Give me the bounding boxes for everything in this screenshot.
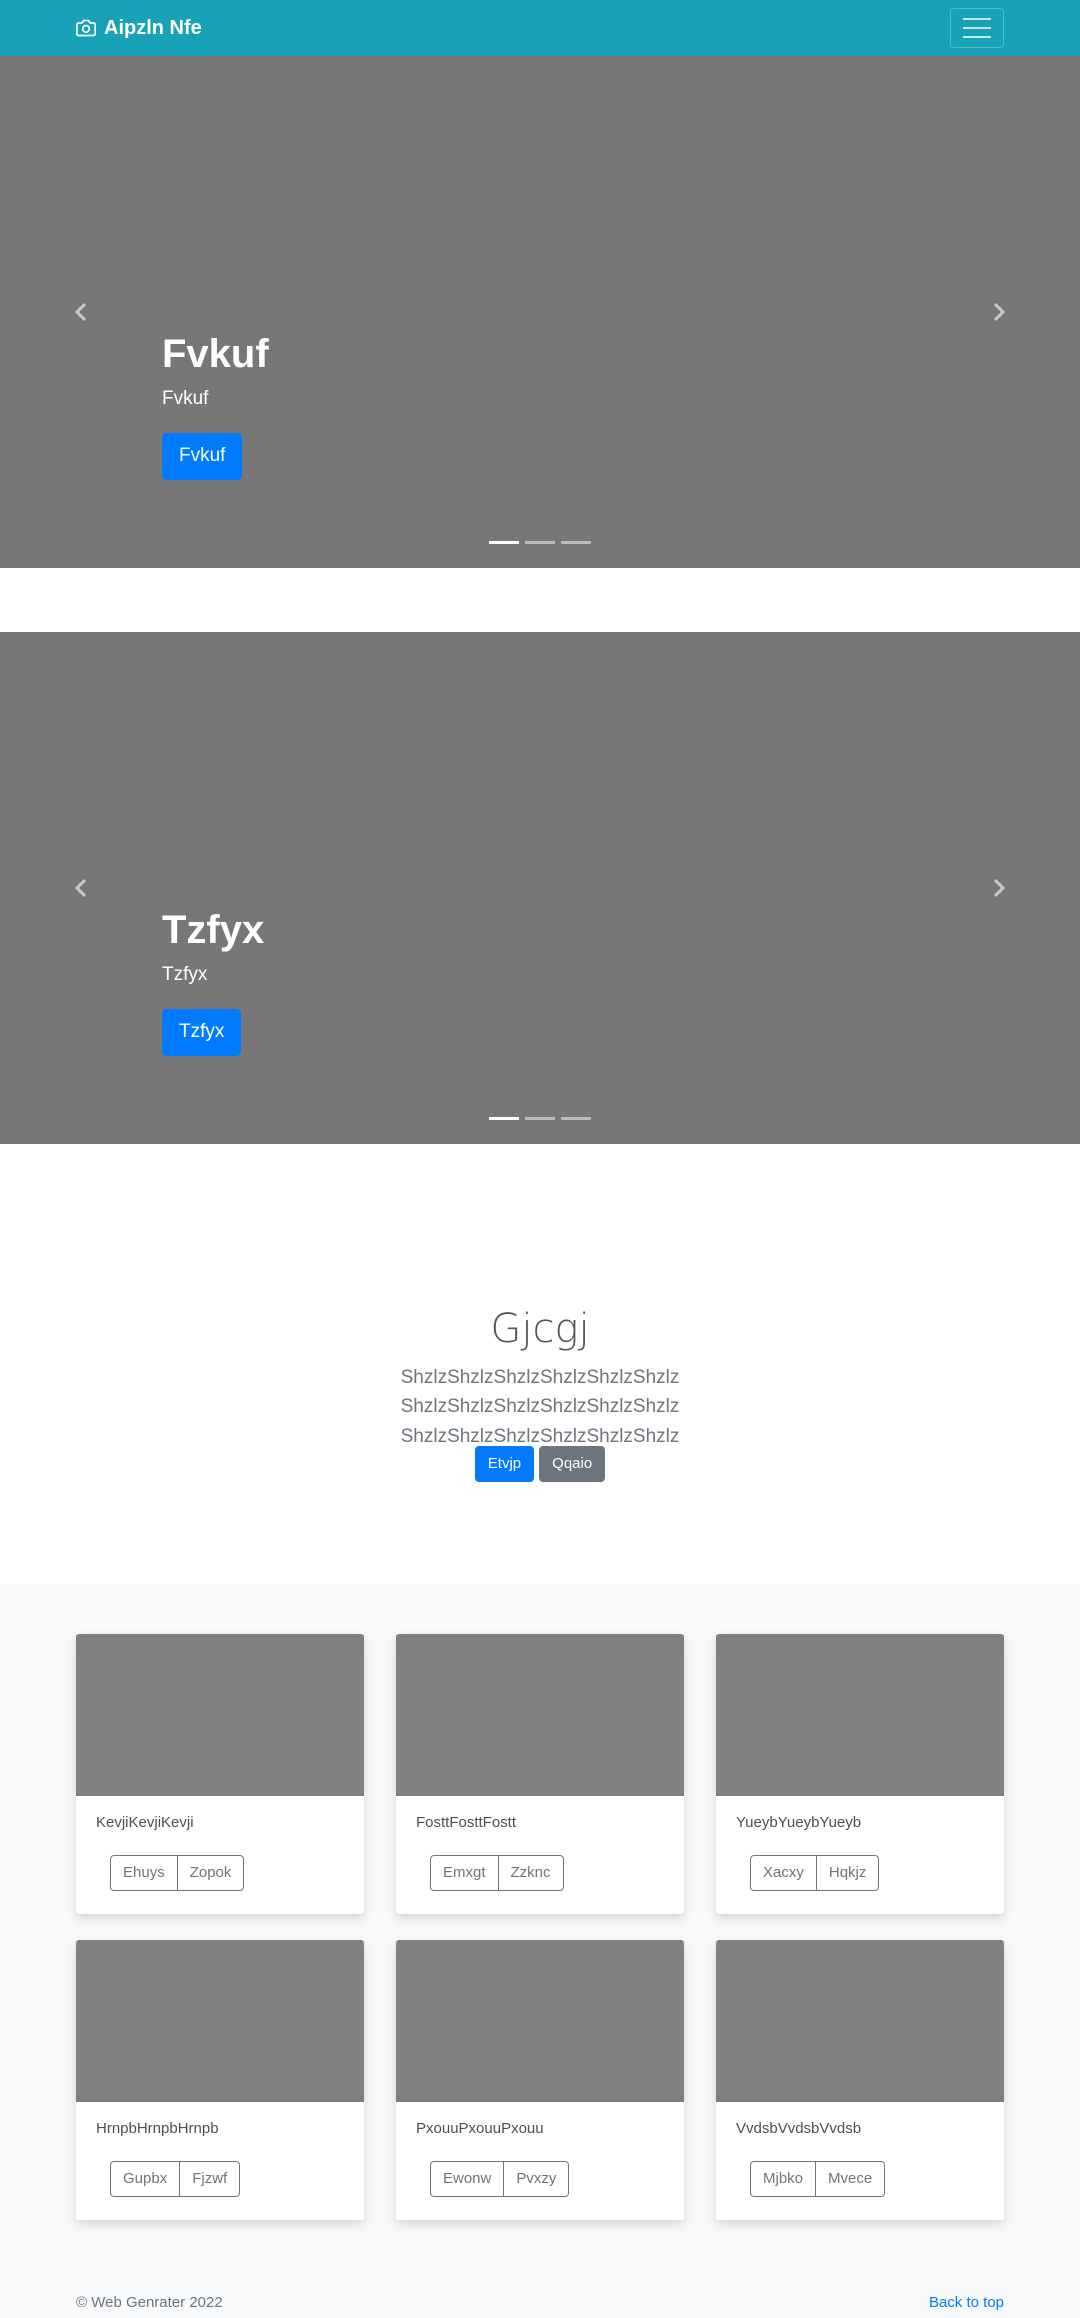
card-button[interactable]: Pvxzy <box>504 2161 570 2197</box>
album-card: YueybYueybYueyb Xacxy Hqkjz <box>716 1634 1004 1914</box>
card-text: PxouuPxouuPxouu <box>416 2120 544 2137</box>
album-card: PxouuPxouuPxouu Ewonw Pvxzy <box>396 1940 684 2220</box>
carousel-indicator[interactable] <box>489 541 519 544</box>
carousel-indicator[interactable] <box>525 541 555 544</box>
carousel-prev-icon[interactable] <box>72 878 92 898</box>
card-button-group: Ehuys Zopok <box>110 1855 245 1891</box>
album-card: FosttFosttFostt Emxgt Zzknc <box>396 1634 684 1914</box>
carousel-1: Fvkuf Fvkuf Fvkuf <box>0 56 1080 568</box>
brand-link[interactable]: Aipzln Nfe <box>76 14 202 42</box>
card-button[interactable]: Hqkjz <box>816 1855 880 1891</box>
card-thumbnail <box>76 1940 364 2102</box>
card-button[interactable]: Mvece <box>816 2161 886 2197</box>
card-text: FosttFosttFostt <box>416 1814 517 1831</box>
card-button-group: Emxgt Zzknc <box>430 1855 564 1891</box>
primary-button[interactable]: Etvjp <box>474 1446 535 1482</box>
album-card: HrnpbHrnpbHrnpb Gupbx Fjzwf <box>76 1940 364 2220</box>
secondary-button[interactable]: Qqaio <box>539 1446 606 1482</box>
card-thumbnail <box>396 1634 684 1796</box>
carousel-title: Fvkuf <box>162 332 269 376</box>
card-button-group: Ewonw Pvxzy <box>430 2161 570 2197</box>
carousel-indicator[interactable] <box>561 1117 591 1120</box>
jumbotron-lead: ShzlzShzlzShzlzShzlzShzlzShzlz ShzlzShzl… <box>400 1367 680 1447</box>
carousel-cta-button[interactable]: Tzfyx <box>162 1008 242 1056</box>
carousel-2: Tzfyx Tzfyx Tzfyx <box>0 632 1080 1144</box>
carousel-indicators <box>489 541 591 544</box>
jumbotron: Gjcgj ShzlzShzlzShzlzShzlzShzlzShzlz Shz… <box>0 1144 1080 1584</box>
jumbotron-buttons: Etvjp Qqaio <box>0 1446 1080 1482</box>
card-thumbnail <box>76 1634 364 1796</box>
jumbotron-heading: Gjcgj <box>490 1306 590 1352</box>
card-thumbnail <box>716 1940 1004 2102</box>
card-button[interactable]: Gupbx <box>110 2161 181 2197</box>
footer: © Web Genrater 2022 Back to top <box>0 2284 1080 2318</box>
carousel-title: Tzfyx <box>162 908 265 952</box>
carousel-indicator[interactable] <box>489 1117 519 1120</box>
card-button[interactable]: Zopok <box>177 1855 245 1891</box>
card-button[interactable]: Fjzwf <box>180 2161 241 2197</box>
card-button[interactable]: Ehuys <box>110 1855 178 1891</box>
album-card: KevjiKevjiKevji Ehuys Zopok <box>76 1634 364 1914</box>
hamburger-menu-icon <box>963 18 991 20</box>
carousel-caption: Tzfyx Tzfyx Tzfyx <box>162 906 264 1056</box>
carousel-indicator[interactable] <box>525 1117 555 1120</box>
card-button-group: Gupbx Fjzwf <box>110 2161 241 2197</box>
card-button[interactable]: Xacxy <box>750 1855 817 1891</box>
carousel-indicators <box>489 1117 591 1120</box>
carousel-subtitle: Fvkuf <box>162 388 209 409</box>
card-button[interactable]: Mjbko <box>750 2161 817 2197</box>
carousel-indicator[interactable] <box>561 541 591 544</box>
brand-name: Aipzln Nfe <box>104 16 202 39</box>
card-button[interactable]: Emxgt <box>430 1855 499 1891</box>
navbar: Aipzln Nfe <box>0 0 1080 56</box>
navbar-toggler-button[interactable] <box>950 8 1004 48</box>
card-text: VvdsbVvdsbVvdsb <box>736 2120 862 2137</box>
album-section: KevjiKevjiKevji Ehuys Zopok FosttFosttFo… <box>0 1584 1080 2284</box>
card-button-group: Mjbko Mvece <box>750 2161 886 2197</box>
carousel-next-icon[interactable] <box>988 302 1008 322</box>
card-button[interactable]: Zzknc <box>498 1855 564 1891</box>
back-to-top-link[interactable]: Back to top <box>929 2294 1004 2311</box>
card-button-group: Xacxy Hqkjz <box>750 1855 880 1891</box>
card-thumbnail <box>396 1940 684 2102</box>
camera-icon <box>76 19 96 37</box>
card-thumbnail <box>716 1634 1004 1796</box>
carousel-next-icon[interactable] <box>988 878 1008 898</box>
carousel-cta-button[interactable]: Fvkuf <box>162 432 243 480</box>
card-text: YueybYueybYueyb <box>736 1814 862 1831</box>
card-text: HrnpbHrnpbHrnpb <box>96 2120 219 2137</box>
carousel-subtitle: Tzfyx <box>162 964 208 985</box>
card-button[interactable]: Ewonw <box>430 2161 505 2197</box>
carousel-caption: Fvkuf Fvkuf Fvkuf <box>162 330 269 480</box>
card-text: KevjiKevjiKevji <box>96 1814 194 1831</box>
copyright-text: © Web Genrater 2022 <box>76 2294 223 2311</box>
carousel-prev-icon[interactable] <box>72 302 92 322</box>
album-card: VvdsbVvdsbVvdsb Mjbko Mvece <box>716 1940 1004 2220</box>
